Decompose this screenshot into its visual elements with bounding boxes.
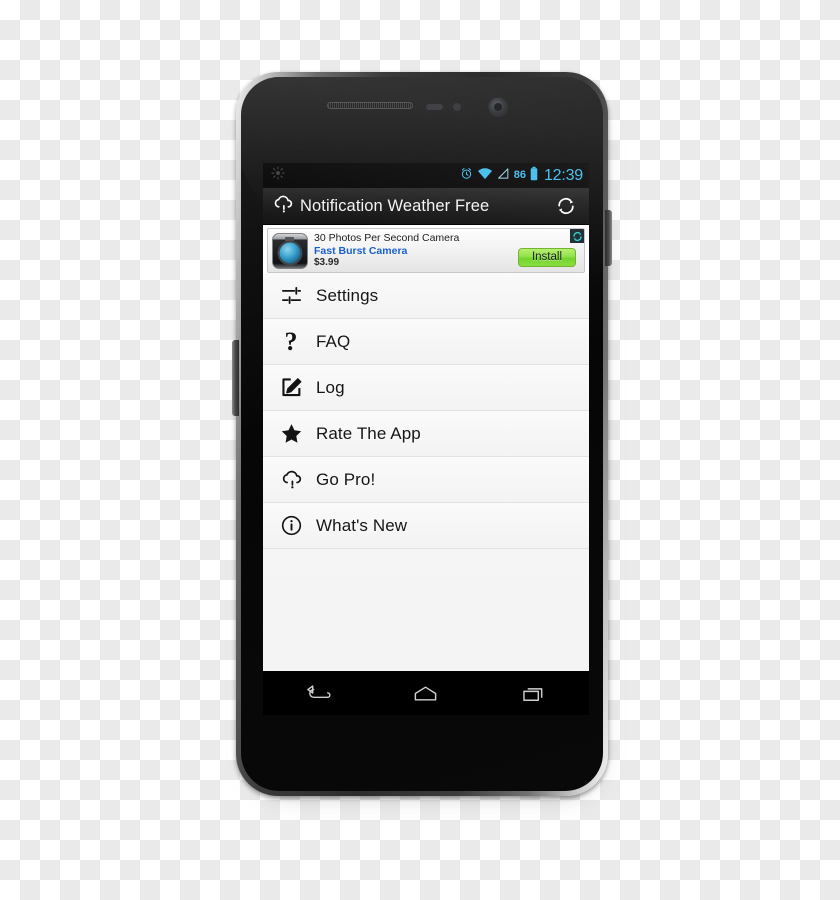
front-camera	[489, 98, 507, 116]
menu-item-go-pro[interactable]: Go Pro!	[263, 457, 589, 503]
menu-item-label: What's New	[316, 515, 408, 535]
ad-app-name-link[interactable]: Fast Burst Camera	[314, 245, 514, 257]
info-circle-icon	[275, 514, 307, 537]
camera-app-icon	[272, 232, 308, 269]
camera-viewfinder	[285, 236, 294, 241]
question-mark-icon: ?	[284, 326, 298, 356]
ad-headline: 30 Photos Per Second Camera	[314, 232, 460, 245]
cell-signal-icon	[497, 167, 510, 185]
menu-item-whats-new[interactable]: What's New	[263, 503, 589, 549]
menu-item-settings[interactable]: Settings	[263, 273, 589, 319]
ad-refresh-icon[interactable]	[570, 229, 584, 243]
light-sensor	[453, 103, 461, 111]
sun-icon	[271, 166, 285, 185]
menu-item-label: Rate The App	[316, 423, 421, 443]
status-bar: 86 12:39	[263, 163, 589, 188]
clock-label: 12:39	[543, 166, 583, 184]
home-icon[interactable]	[398, 673, 454, 713]
phone-screen: 86 12:39 Notification Weather Free 30 Ph…	[263, 163, 589, 715]
app-action-bar: Notification Weather Free	[263, 188, 589, 225]
menu-item-label: Settings	[316, 285, 379, 305]
power-button[interactable]	[605, 210, 612, 266]
battery-icon	[530, 166, 538, 186]
battery-percent-label: 86	[513, 169, 526, 181]
status-bar-right: 86 12:39	[460, 166, 583, 186]
main-menu-list: Settings ? FAQ Log Rate The App Go Pro! …	[263, 273, 589, 671]
alarm-clock-icon	[460, 167, 473, 185]
menu-item-label: FAQ	[316, 331, 351, 351]
device-body: 86 12:39 Notification Weather Free 30 Ph…	[241, 77, 603, 791]
status-bar-left	[271, 166, 460, 185]
ad-banner[interactable]: 30 Photos Per Second Camera Fast Burst C…	[267, 228, 585, 273]
install-button[interactable]: Install	[517, 248, 576, 267]
android-phone-device: 86 12:39 Notification Weather Free 30 Ph…	[232, 72, 612, 798]
ad-price: $3.99	[314, 256, 340, 268]
cloud-drop-logo-icon	[272, 193, 294, 220]
menu-item-log[interactable]: Log	[263, 365, 589, 411]
edit-square-icon	[275, 376, 307, 399]
menu-item-faq[interactable]: ? FAQ	[263, 319, 589, 365]
menu-item-label: Log	[316, 377, 345, 397]
earpiece-speaker	[327, 102, 413, 109]
star-icon	[275, 422, 307, 445]
recent-apps-icon[interactable]	[507, 673, 563, 713]
proximity-sensor	[426, 104, 443, 110]
refresh-icon[interactable]	[551, 191, 581, 221]
back-arrow-icon[interactable]	[289, 673, 345, 713]
cloud-drop-icon	[275, 468, 307, 491]
menu-item-label: Go Pro!	[316, 469, 376, 489]
android-navigation-bar	[263, 671, 589, 715]
wifi-icon	[477, 167, 493, 185]
sliders-icon	[275, 284, 307, 307]
menu-item-rate-the-app[interactable]: Rate The App	[263, 411, 589, 457]
volume-rocker-button[interactable]	[232, 340, 239, 416]
app-title: Notification Weather Free	[300, 196, 490, 215]
ad-text-block: 30 Photos Per Second Camera Fast Burst C…	[314, 232, 514, 268]
camera-lens	[279, 242, 301, 264]
